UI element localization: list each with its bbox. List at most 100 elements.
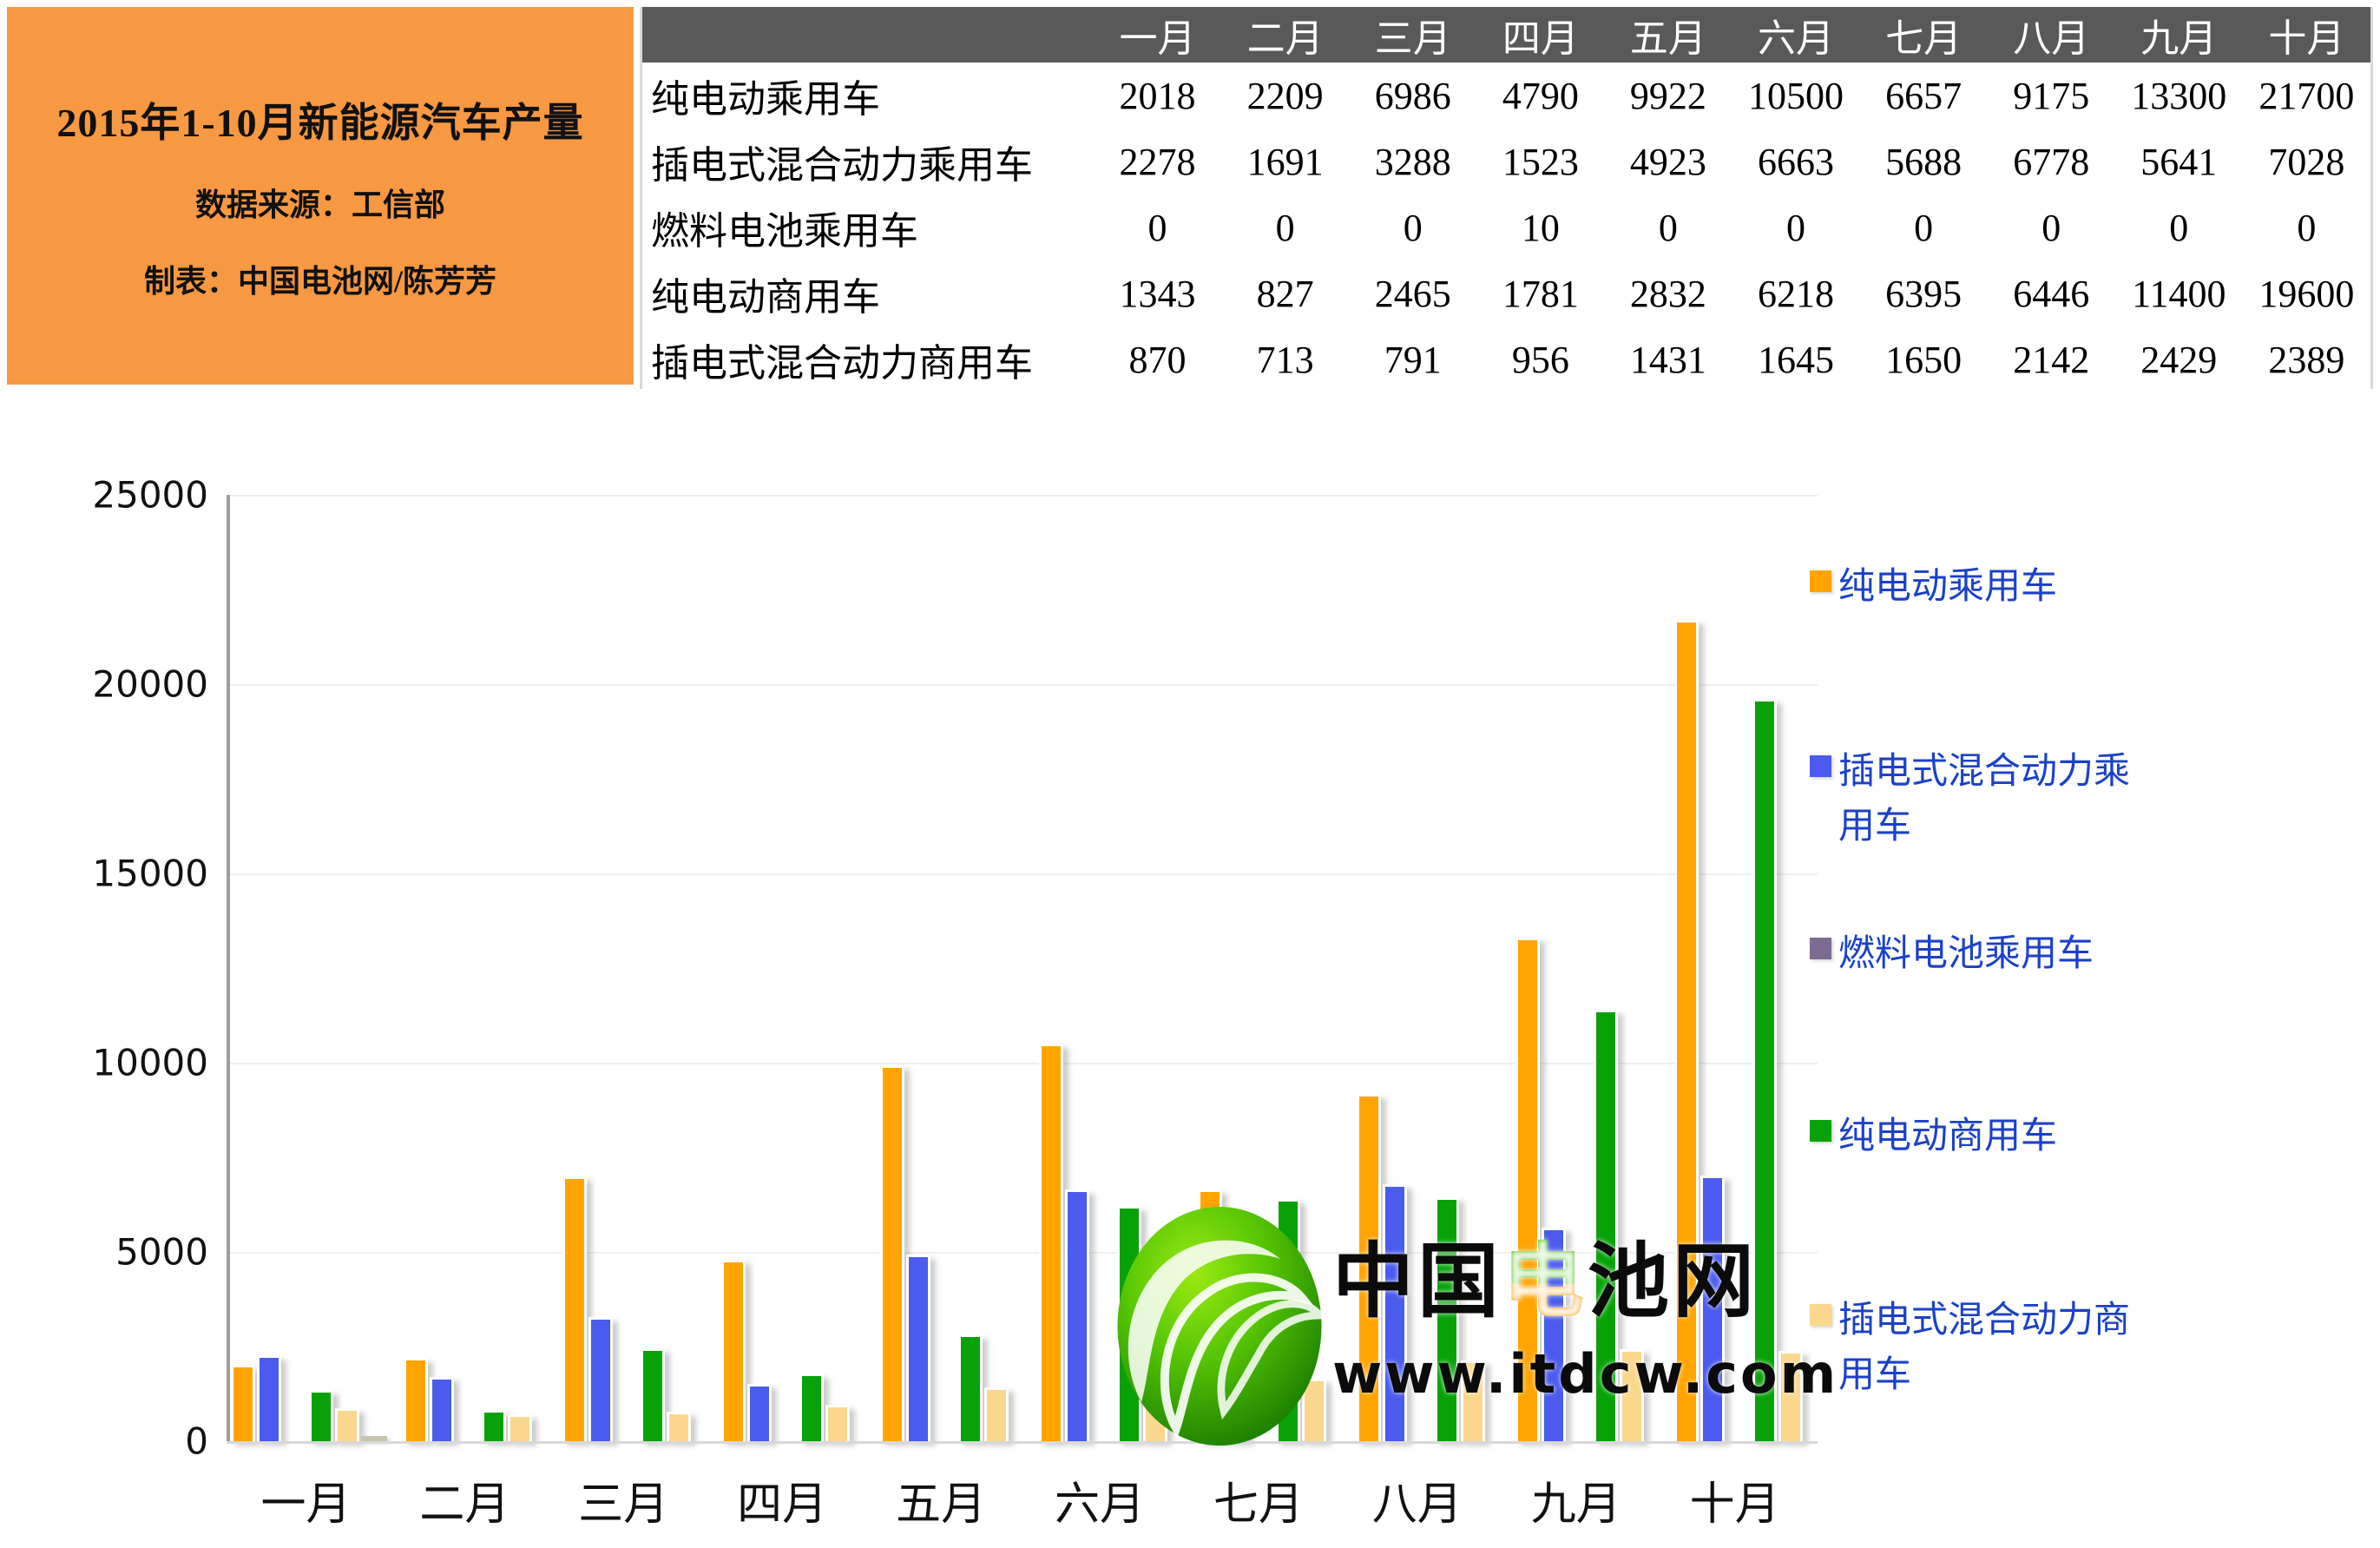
bar-插电式混合动力乘用车 — [1065, 1189, 1089, 1442]
bar-插电式混合动力乘用车 — [588, 1317, 613, 1441]
cell-value: 870 — [1094, 326, 1221, 392]
cell-value: 1781 — [1476, 260, 1604, 326]
table-header-month: 三月 — [1349, 7, 1476, 63]
cell-value: 1650 — [1860, 326, 1988, 392]
legend-entry: 插电式混合动力商用车 — [1810, 1294, 2157, 1403]
table-header-month: 七月 — [1860, 7, 1988, 63]
cell-value: 19600 — [2243, 260, 2370, 326]
data-source-label: 数据来源：工信部 — [195, 180, 445, 225]
y-tick-label: 20000 — [92, 663, 208, 706]
cell-value: 0 — [1604, 194, 1732, 260]
bar-插电式混合动力乘用车 — [1383, 1184, 1407, 1441]
x-tick-label: 九月 — [1496, 1467, 1655, 1532]
bar-插电式混合动力商用车 — [508, 1414, 532, 1441]
bar-纯电动乘用车 — [1515, 938, 1540, 1441]
legend-entry: 燃料电池乘用车 — [1810, 927, 2157, 982]
bar-group-三月 — [548, 495, 707, 1441]
cell-value: 11400 — [2115, 260, 2243, 326]
cell-value: 713 — [1221, 326, 1349, 392]
bar-纯电动商用车 — [641, 1348, 665, 1441]
y-tick-label: 10000 — [92, 1042, 208, 1084]
row-label: 燃料电池乘用车 — [642, 194, 1094, 260]
table-row: 插电式混合动力商用车870713791956143116451650214224… — [642, 326, 2370, 392]
production-table: 一月二月三月四月五月六月七月八月九月十月 纯电动乘用车2018220969864… — [642, 7, 2370, 392]
legend-label: 纯电动商用车 — [1838, 1110, 2142, 1164]
cell-value: 6663 — [1732, 128, 1859, 194]
y-tick-label: 15000 — [92, 853, 208, 895]
info-panel: 2015年1-10月新能源汽车产量 数据来源：工信部 制表：中国电池网/陈芳芳 — [7, 7, 634, 385]
screenshot-root: { "info_panel": { "title": "2015年1-10月新能… — [0, 0, 2380, 1548]
legend-label: 燃料电池乘用车 — [1838, 927, 2142, 982]
chart-area: 0500010000150002000025000 一月二月三月四月五月六月七月… — [0, 391, 2380, 1548]
bar-纯电动乘用车 — [880, 1065, 904, 1441]
plot-area — [227, 495, 1818, 1441]
x-axis-line — [227, 1441, 1818, 1444]
y-axis-labels: 0500010000150002000025000 — [35, 495, 208, 1441]
cell-value: 13300 — [2115, 63, 2243, 128]
cell-value: 9922 — [1604, 63, 1732, 128]
bar-纯电动商用车 — [1276, 1199, 1300, 1441]
table-header-month: 二月 — [1221, 7, 1349, 63]
cell-value: 6986 — [1349, 63, 1476, 128]
legend-marker — [1810, 938, 1831, 959]
bar-纯电动乘用车 — [231, 1365, 255, 1441]
bar-插电式混合动力商用车 — [1143, 1379, 1167, 1441]
cell-value: 0 — [1349, 194, 1476, 260]
bar-插电式混合动力商用车 — [667, 1412, 691, 1441]
bar-纯电动商用车 — [799, 1373, 824, 1441]
bar-group-一月 — [230, 495, 389, 1441]
table-row: 纯电动乘用车2018220969864790992210500665791751… — [642, 63, 2370, 128]
cell-value: 2142 — [1988, 326, 2115, 392]
bar-group-六月 — [1024, 495, 1183, 1441]
cell-value: 1343 — [1094, 260, 1221, 326]
bar-纯电动商用车 — [1594, 1010, 1618, 1441]
bar-纯电动商用车 — [958, 1334, 983, 1441]
cell-value: 10 — [1476, 194, 1604, 260]
row-label: 插电式混合动力乘用车 — [642, 128, 1094, 194]
cell-value: 0 — [1860, 194, 1988, 260]
bar-插电式混合动力商用车 — [1620, 1349, 1644, 1441]
x-tick-label: 八月 — [1338, 1467, 1496, 1532]
cell-value: 2429 — [2115, 326, 2243, 392]
bar-纯电动商用车 — [1117, 1206, 1141, 1441]
legend-label: 插电式混合动力乘用车 — [1838, 745, 2142, 854]
bar-插电式混合动力商用车 — [1778, 1351, 1803, 1441]
bar-group-五月 — [865, 495, 1024, 1441]
x-tick-label: 七月 — [1179, 1467, 1338, 1532]
legend-entry: 纯电动乘用车 — [1810, 560, 2157, 615]
bar-插电式混合动力乘用车 — [1224, 1226, 1248, 1441]
cell-value: 0 — [2243, 194, 2370, 260]
x-tick-label: 三月 — [544, 1467, 703, 1532]
cell-value: 1645 — [1732, 326, 1859, 392]
bar-纯电动商用车 — [1435, 1197, 1459, 1441]
cell-value: 6395 — [1860, 260, 1988, 326]
cell-value: 1523 — [1476, 128, 1604, 194]
bar-group-九月 — [1500, 495, 1659, 1441]
legend-marker — [1810, 1304, 1831, 1326]
cell-value: 7028 — [2243, 128, 2370, 194]
y-tick-label: 0 — [185, 1420, 208, 1463]
bar-插电式混合动力乘用车 — [1700, 1176, 1725, 1441]
bar-纯电动乘用车 — [1357, 1094, 1381, 1441]
x-tick-label: 十月 — [1655, 1467, 1814, 1532]
bar-纯电动乘用车 — [1198, 1189, 1222, 1441]
production-table-wrapper: 一月二月三月四月五月六月七月八月九月十月 纯电动乘用车2018220969864… — [640, 7, 2373, 389]
page-title: 2015年1-10月新能源汽车产量 — [56, 91, 583, 148]
legend-marker — [1810, 755, 1831, 777]
bar-插电式混合动力商用车 — [1461, 1360, 1485, 1441]
row-label: 纯电动乘用车 — [642, 63, 1094, 128]
bar-group-四月 — [707, 495, 865, 1441]
bar-group-十月 — [1659, 495, 1818, 1441]
y-tick-label: 5000 — [115, 1231, 208, 1274]
cell-value: 0 — [1988, 194, 2115, 260]
cell-value: 2278 — [1094, 128, 1221, 194]
bar-插电式混合动力乘用车 — [906, 1255, 930, 1441]
bar-插电式混合动力商用车 — [984, 1387, 1009, 1441]
legend-entry: 纯电动商用车 — [1810, 1110, 2157, 1164]
table-header-month: 一月 — [1094, 7, 1221, 63]
row-label: 纯电动商用车 — [642, 260, 1094, 326]
table-header: 一月二月三月四月五月六月七月八月九月十月 — [642, 7, 2370, 63]
cell-value: 2832 — [1604, 260, 1732, 326]
cell-value: 791 — [1349, 326, 1476, 392]
table-header-month: 八月 — [1988, 7, 2115, 63]
